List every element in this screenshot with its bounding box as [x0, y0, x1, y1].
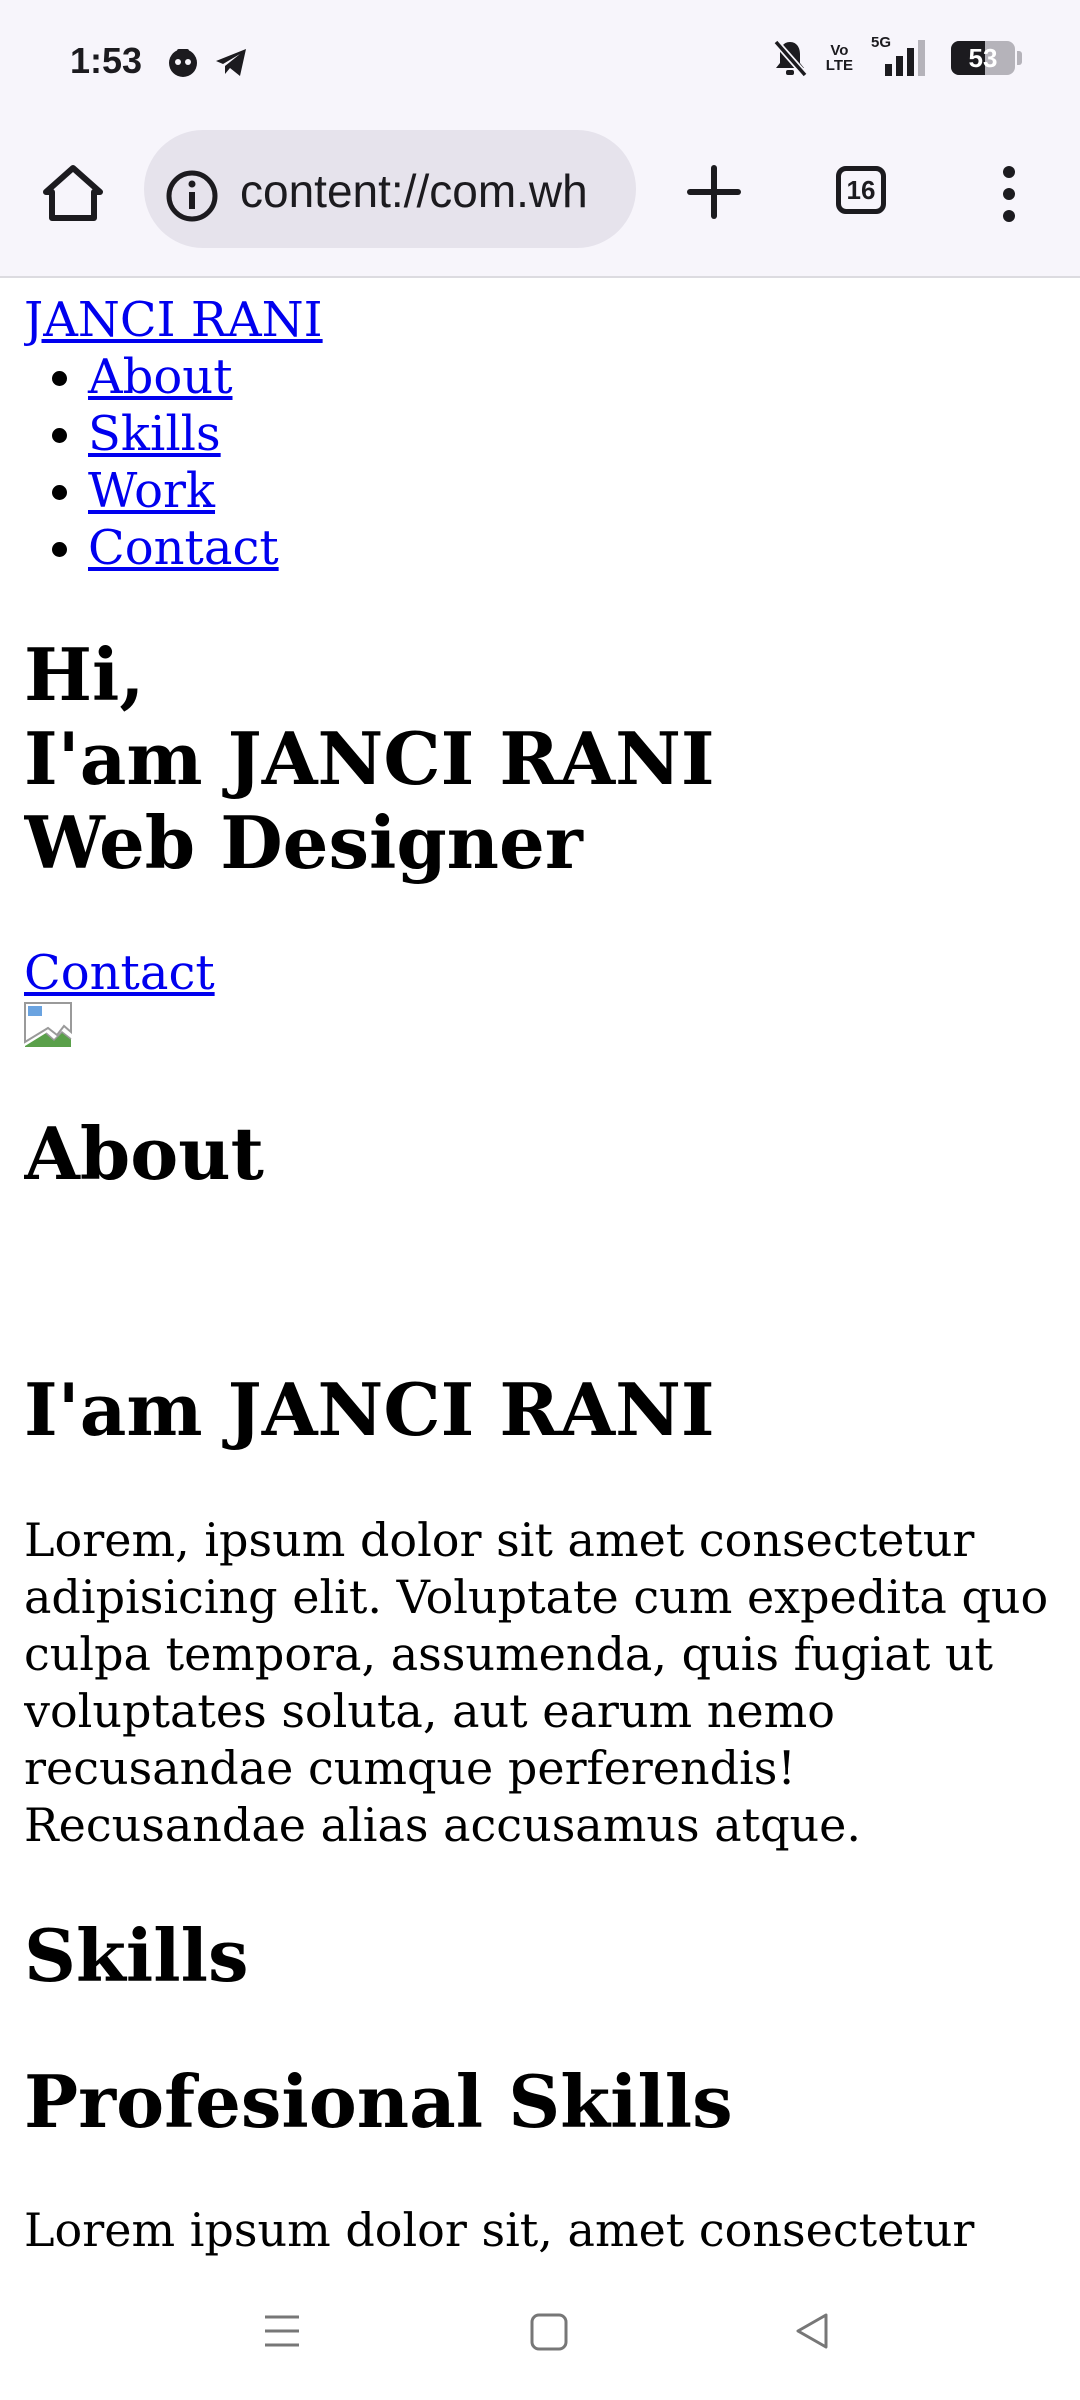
url-text[interactable]: content://com.wh [240, 164, 620, 218]
status-right-icons: Vo LTE 5G 53 [772, 34, 1022, 78]
hero-line-2: I'am JANCI RANI [24, 716, 715, 801]
nav-item-about: About [88, 349, 1054, 406]
about-subheading: I'am JANCI RANI [24, 1367, 715, 1452]
nav-item-work: Work [88, 463, 1054, 520]
about-paragraph: Lorem, ipsum dolor sit amet consectetur … [24, 1513, 1049, 1852]
telegram-icon [216, 49, 246, 76]
volte-icon: Vo LTE [826, 43, 853, 73]
battery-label: 53 [968, 43, 998, 73]
system-nav-bar [0, 2265, 1080, 2400]
professional-skills-heading: Profesional Skills [24, 2059, 733, 2144]
status-bar: 1:53 Vo LTE 5G 53 [0, 0, 1080, 126]
home-icon[interactable] [528, 2311, 570, 2353]
browser-toolbar: content://com.wh 16 [0, 126, 1080, 278]
about-heading: About [24, 1111, 264, 1196]
battery-icon: 53 [951, 41, 1015, 75]
nav-link-about[interactable]: About [88, 349, 233, 405]
tab-switcher-icon[interactable]: 16 [836, 166, 886, 214]
nav-item-contact: Contact [88, 520, 1054, 577]
status-time: 1:53 [70, 40, 143, 81]
brand-link[interactable]: JANCI RANI [24, 292, 1054, 349]
battery-tip [1017, 51, 1022, 65]
app-notification-icon [169, 49, 197, 77]
recents-icon[interactable] [262, 2311, 302, 2351]
nav-link-skills[interactable]: Skills [88, 406, 221, 462]
hero-contact-link[interactable]: Contact [24, 945, 1054, 1002]
hero-heading: Hi, I'am JANCI RANI Web Designer [24, 633, 1054, 885]
nav-link-work[interactable]: Work [88, 463, 215, 519]
nav-item-skills: Skills [88, 406, 1054, 463]
skills-heading: Skills [24, 1913, 249, 1998]
broken-image-icon [24, 1002, 72, 1047]
signal-icon: 5G [871, 34, 933, 78]
volte-bottom: LTE [825, 57, 853, 74]
skills-paragraph: Lorem ipsum dolor sit, amet consectetur [24, 2203, 975, 2257]
new-tab-icon[interactable] [682, 160, 746, 224]
back-icon[interactable] [792, 2311, 832, 2351]
hero-line-3: Web Designer [24, 800, 583, 885]
volte-top: Vo [830, 42, 849, 59]
nav-link-contact[interactable]: Contact [88, 520, 279, 576]
url-bar[interactable]: content://com.wh [144, 130, 636, 248]
site-info-icon[interactable] [164, 168, 220, 224]
nav-list: About Skills Work Contact [24, 349, 1054, 577]
hero-line-1: Hi, [24, 632, 145, 717]
mute-icon [773, 39, 808, 78]
home-icon[interactable] [38, 158, 108, 228]
web-page: JANCI RANI About Skills Work Contact Hi,… [24, 280, 1054, 2265]
more-menu-icon[interactable] [994, 162, 1024, 226]
status-left-icons [165, 44, 249, 80]
